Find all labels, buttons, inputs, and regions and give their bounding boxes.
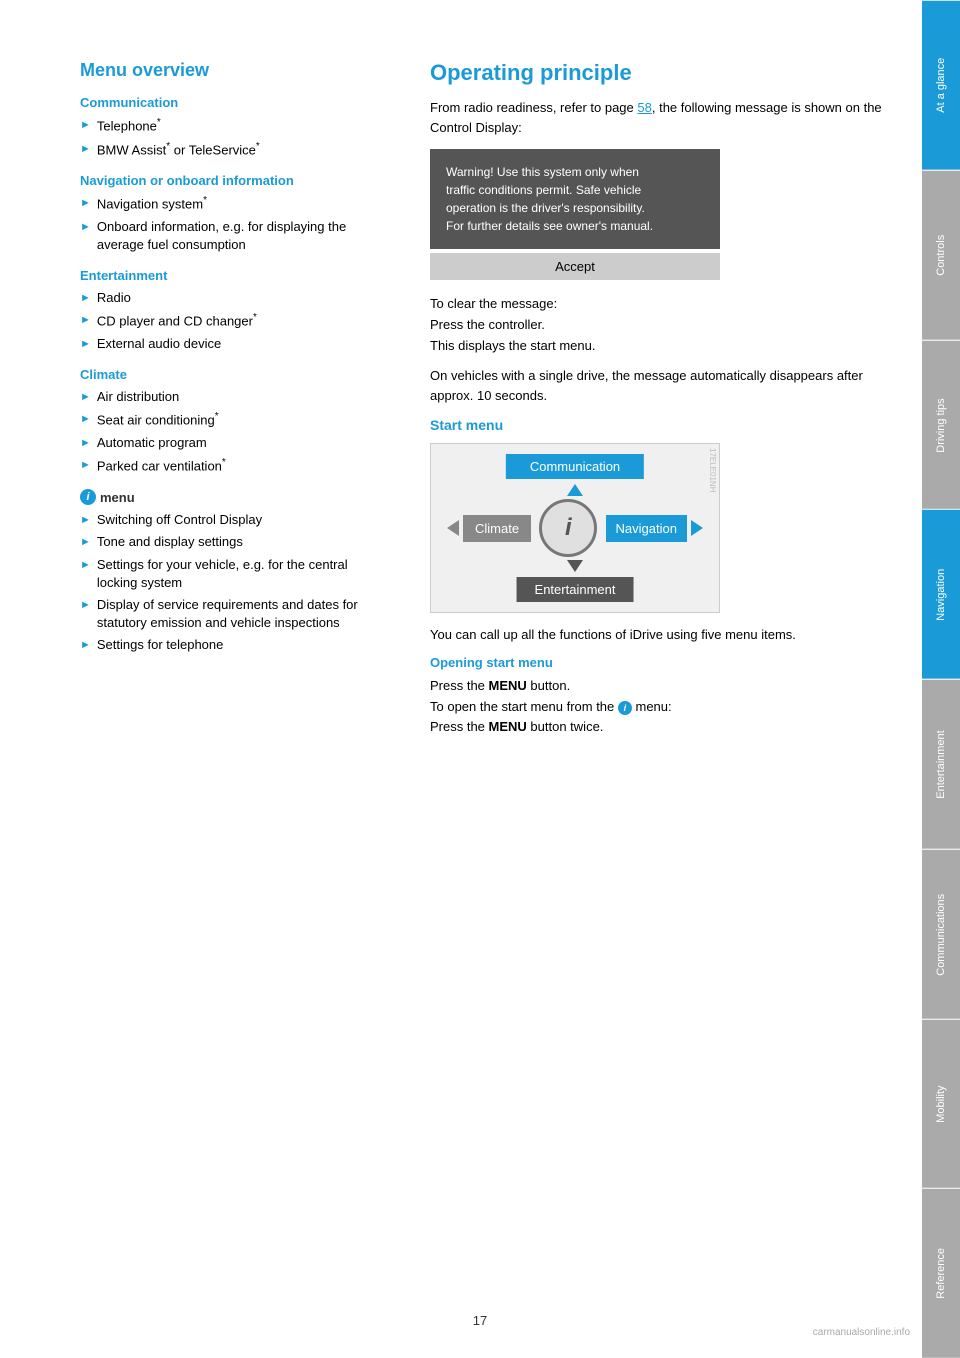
diagram-climate-group: Climate	[447, 515, 531, 542]
arrow-down-icon	[567, 560, 583, 572]
navigation-section: Navigation or onboard information ► Navi…	[80, 173, 390, 254]
list-item: ► Telephone*	[80, 116, 390, 136]
diagram-communication-label: Communication	[506, 454, 644, 479]
idrive-diagram: Communication Climate i Navigation	[430, 443, 720, 613]
arrow-icon: ►	[80, 458, 91, 473]
list-item: ► Navigation system*	[80, 194, 390, 214]
right-sidebar: At a glance Controls Driving tips Naviga…	[922, 0, 960, 1358]
diagram-center-icon: i	[539, 499, 597, 557]
tab-reference[interactable]: Reference	[922, 1188, 960, 1358]
tab-entertainment[interactable]: Entertainment	[922, 679, 960, 849]
single-drive-text: On vehicles with a single drive, the mes…	[430, 366, 882, 405]
opening-start-text: Press the MENU button. To open the start…	[430, 676, 882, 738]
intro-text: From radio readiness, refer to page 58, …	[430, 98, 882, 137]
tab-controls[interactable]: Controls	[922, 170, 960, 340]
page-link[interactable]: 58	[637, 100, 651, 115]
communication-section: Communication ► Telephone* ► BMW Assist*…	[80, 95, 390, 159]
list-item: ► Switching off Control Display	[80, 511, 390, 529]
arrow-icon: ►	[80, 337, 91, 352]
climate-section: Climate ► Air distribution ► Seat air co…	[80, 367, 390, 475]
list-item: ► Settings for your vehicle, e.g. for th…	[80, 556, 390, 592]
arrow-icon: ►	[80, 196, 91, 211]
main-content: Menu overview Communication ► Telephone*…	[0, 0, 922, 1358]
arrow-icon: ►	[80, 313, 91, 328]
clear-message-text: To clear the message: Press the controll…	[430, 294, 882, 356]
arrow-icon: ►	[80, 598, 91, 613]
arrow-icon: ►	[80, 390, 91, 405]
arrow-icon: ►	[80, 118, 91, 133]
climate-list: ► Air distribution ► Seat air conditioni…	[80, 388, 390, 475]
navigation-title: Navigation or onboard information	[80, 173, 390, 188]
list-item: ► Onboard information, e.g. for displayi…	[80, 218, 390, 254]
list-item: ► CD player and CD changer*	[80, 311, 390, 331]
list-item: ► Automatic program	[80, 434, 390, 452]
arrow-icon: ►	[80, 412, 91, 427]
page-number: 17	[473, 1313, 487, 1328]
diagram-entertainment-label: Entertainment	[517, 577, 634, 602]
communication-list: ► Telephone* ► BMW Assist* or TeleServic…	[80, 116, 390, 159]
arrow-icon: ►	[80, 558, 91, 573]
info-icon: i	[80, 489, 96, 505]
opening-start-title: Opening start menu	[430, 655, 882, 670]
tab-at-a-glance[interactable]: At a glance	[922, 0, 960, 170]
arrow-icon: ►	[80, 638, 91, 653]
arrow-icon: ►	[80, 513, 91, 528]
arrow-right-icon	[691, 520, 703, 536]
menu-bold-2: MENU	[489, 719, 527, 734]
tab-driving-tips[interactable]: Driving tips	[922, 340, 960, 510]
start-menu-title: Start menu	[430, 417, 882, 433]
list-item: ► Settings for telephone	[80, 636, 390, 654]
menu-overview-title: Menu overview	[80, 60, 390, 81]
list-item: ► BMW Assist* or TeleService*	[80, 140, 390, 160]
operating-principle-title: Operating principle	[430, 60, 882, 86]
five-items-text: You can call up all the functions of iDr…	[430, 625, 882, 645]
tab-mobility[interactable]: Mobility	[922, 1019, 960, 1189]
list-item: ► Display of service requirements and da…	[80, 596, 390, 632]
entertainment-title: Entertainment	[80, 268, 390, 283]
warning-box: Warning! Use this system only when traff…	[430, 149, 720, 249]
accept-button[interactable]: Accept	[430, 253, 720, 280]
list-item: ► Radio	[80, 289, 390, 307]
list-item: ► Air distribution	[80, 388, 390, 406]
info-icon-inline: i	[618, 701, 632, 715]
site-watermark: carmanualsonline.info	[813, 1327, 910, 1338]
imenu-title: i menu	[80, 489, 390, 505]
entertainment-list: ► Radio ► CD player and CD changer* ► Ex…	[80, 289, 390, 353]
climate-title: Climate	[80, 367, 390, 382]
page-container: Menu overview Communication ► Telephone*…	[0, 0, 960, 1358]
arrow-up-icon	[567, 484, 583, 496]
diagram-climate-label: Climate	[463, 515, 531, 542]
imenu-list: ► Switching off Control Display ► Tone a…	[80, 511, 390, 654]
imenu-section: i menu ► Switching off Control Display ►…	[80, 489, 390, 654]
list-item: ► Tone and display settings	[80, 533, 390, 551]
diagram-navigation-group: Navigation	[606, 515, 703, 542]
arrow-icon: ►	[80, 220, 91, 235]
communication-title: Communication	[80, 95, 390, 110]
menu-bold-1: MENU	[489, 678, 527, 693]
diagram-watermark: 17ELE01NH	[708, 448, 717, 492]
diagram-middle-row: Climate i Navigation	[431, 499, 719, 557]
arrow-icon: ►	[80, 535, 91, 550]
list-item: ► Parked car ventilation*	[80, 456, 390, 476]
list-item: ► Seat air conditioning*	[80, 410, 390, 430]
diagram-navigation-label: Navigation	[606, 515, 687, 542]
arrow-icon: ►	[80, 291, 91, 306]
entertainment-section: Entertainment ► Radio ► CD player and CD…	[80, 268, 390, 353]
arrow-icon: ►	[80, 142, 91, 157]
tab-navigation[interactable]: Navigation	[922, 509, 960, 679]
arrow-left-icon	[447, 520, 459, 536]
list-item: ► External audio device	[80, 335, 390, 353]
navigation-list: ► Navigation system* ► Onboard informati…	[80, 194, 390, 254]
tab-communications[interactable]: Communications	[922, 849, 960, 1019]
left-column: Menu overview Communication ► Telephone*…	[80, 60, 390, 1318]
right-column: Operating principle From radio readiness…	[430, 60, 882, 1318]
arrow-icon: ►	[80, 436, 91, 451]
